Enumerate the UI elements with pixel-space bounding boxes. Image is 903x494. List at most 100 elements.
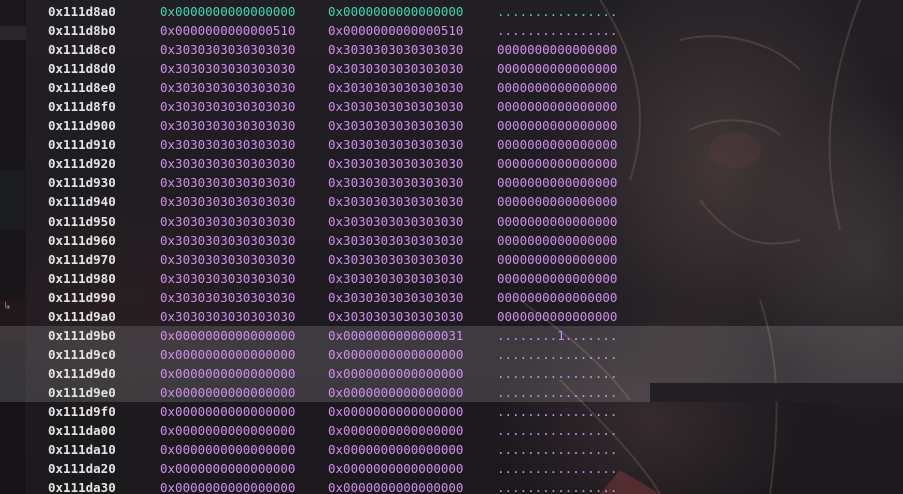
memory-row[interactable]: 0x111d8b0 0x0000000000000510 0x00000000000… (0, 21, 903, 40)
ascii-cell: ................ (497, 403, 618, 419)
qword-1-cell: 0x3030303030303030 (160, 156, 296, 172)
qword-2-cell: 0x3030303030303030 (328, 194, 464, 210)
ascii-cell: 0000000000000000 (497, 289, 618, 305)
qword-2-cell: 0x3030303030303030 (328, 99, 464, 115)
address-cell: 0x111d910 (48, 137, 116, 153)
qword-2-cell: 0x3030303030303030 (328, 61, 464, 77)
ascii-cell: ........1....... (497, 327, 618, 343)
memory-row[interactable]: 0x111d9e0 0x0000000000000000 0x00000000000… (0, 382, 903, 402)
ascii-cell: 0000000000000000 (497, 194, 618, 210)
ascii-cell: 0000000000000000 (497, 42, 618, 58)
qword-1-cell: 0x3030303030303030 (160, 232, 296, 248)
memory-row[interactable]: 0x111d9a0 0x3030303030303030 0x30303030303… (0, 307, 903, 326)
qword-2-cell: 0x3030303030303030 (328, 118, 464, 134)
memory-row[interactable]: 0x111d920 0x3030303030303030 0x30303030303… (0, 154, 903, 173)
address-cell: 0x111da20 (48, 461, 116, 477)
qword-1-cell: 0x3030303030303030 (160, 61, 296, 77)
memory-row[interactable]: 0x111d8f0 0x3030303030303030 0x30303030303… (0, 97, 903, 116)
memory-row[interactable]: 0x111da30 0x0000000000000000 0x00000000000… (0, 478, 903, 494)
memory-row[interactable]: 0x111da20 0x0000000000000000 0x00000000000… (0, 459, 903, 478)
terminal-window[interactable]: ↳ 0x111d8a0 0x0000000000000000 0x000000000… (0, 0, 903, 494)
ascii-cell: 0000000000000000 (497, 270, 618, 286)
address-cell: 0x111da00 (48, 423, 116, 439)
qword-2-cell: 0x0000000000000031 (328, 327, 464, 343)
memory-row[interactable]: 0x111d930 0x3030303030303030 0x30303030303… (0, 173, 903, 192)
memory-row[interactable]: 0x111d980 0x3030303030303030 0x30303030303… (0, 269, 903, 288)
memory-row[interactable]: 0x111d990 0x3030303030303030 0x30303030303… (0, 288, 903, 307)
memory-row[interactable]: 0x111d8e0 0x3030303030303030 0x30303030303… (0, 78, 903, 97)
ascii-cell: ................ (497, 346, 618, 362)
address-cell: 0x111d9f0 (48, 403, 116, 419)
memory-row[interactable]: 0x111da10 0x0000000000000000 0x00000000000… (0, 440, 903, 459)
qword-2-cell: 0x0000000000000000 (328, 403, 464, 419)
qword-2-cell: 0x3030303030303030 (328, 213, 464, 229)
address-cell: 0x111da10 (48, 442, 116, 458)
ascii-cell: ................ (497, 423, 618, 439)
qword-1-cell: 0x3030303030303030 (160, 289, 296, 305)
address-cell: 0x111d980 (48, 270, 116, 286)
qword-2-cell: 0x0000000000000000 (328, 4, 464, 19)
qword-1-cell: 0x0000000000000000 (160, 442, 296, 458)
ascii-cell: 0000000000000000 (497, 232, 618, 248)
address-cell: 0x111d8f0 (48, 99, 116, 115)
qword-1-cell: 0x3030303030303030 (160, 175, 296, 191)
qword-1-cell: 0x3030303030303030 (160, 118, 296, 134)
address-cell: 0x111d9d0 (48, 365, 116, 381)
memory-row[interactable]: 0x111d9f0 0x0000000000000000 0x00000000000… (0, 402, 903, 421)
address-cell: 0x111d8b0 (48, 23, 116, 39)
ascii-cell: 0000000000000000 (497, 99, 618, 115)
qword-1-cell: 0x0000000000000000 (160, 480, 296, 494)
qword-1-cell: 0x0000000000000000 (160, 4, 296, 19)
memory-row[interactable]: 0x111d910 0x3030303030303030 0x30303030303… (0, 135, 903, 154)
address-cell: 0x111d9a0 (48, 308, 116, 324)
memory-row[interactable]: 0x111d960 0x3030303030303030 0x30303030303… (0, 231, 903, 250)
qword-2-cell: 0x0000000000000000 (328, 461, 464, 477)
ascii-cell: 0000000000000000 (497, 80, 618, 96)
address-cell: 0x111da30 (48, 480, 116, 494)
address-cell: 0x111d990 (48, 289, 116, 305)
ascii-cell: ................ (497, 442, 618, 458)
qword-2-cell: 0x3030303030303030 (328, 232, 464, 248)
ascii-cell: 0000000000000000 (497, 118, 618, 134)
ascii-cell: 0000000000000000 (497, 137, 618, 153)
memory-row[interactable]: 0x111d940 0x3030303030303030 0x30303030303… (0, 192, 903, 211)
ascii-cell: 0000000000000000 (497, 213, 618, 229)
address-cell: 0x111d920 (48, 156, 116, 172)
ascii-cell: ................ (497, 461, 618, 477)
memory-row[interactable]: 0x111d9d0 0x0000000000000000 0x00000000000… (0, 363, 903, 383)
qword-1-cell: 0x0000000000000000 (160, 365, 296, 381)
ascii-cell: ................ (497, 365, 618, 381)
qword-2-cell: 0x0000000000000510 (328, 23, 464, 39)
address-cell: 0x111d8c0 (48, 42, 116, 58)
memory-dump-table[interactable]: 0x111d8a0 0x0000000000000000 0x00000000000… (0, 2, 903, 494)
qword-1-cell: 0x0000000000000000 (160, 461, 296, 477)
qword-1-cell: 0x3030303030303030 (160, 42, 296, 58)
memory-row[interactable]: 0x111d8c0 0x3030303030303030 0x30303030303… (0, 40, 903, 59)
qword-2-cell: 0x3030303030303030 (328, 156, 464, 172)
memory-row[interactable]: 0x111d9b0 0x0000000000000000 0x00000000000… (0, 325, 903, 345)
qword-2-cell: 0x0000000000000000 (328, 423, 464, 439)
qword-1-cell: 0x0000000000000000 (160, 403, 296, 419)
qword-1-cell: 0x3030303030303030 (160, 194, 296, 210)
ascii-cell: ................ (497, 480, 618, 494)
qword-1-cell: 0x3030303030303030 (160, 213, 296, 229)
ascii-cell: ................ (497, 4, 618, 19)
memory-row[interactable]: 0x111d950 0x3030303030303030 0x30303030303… (0, 212, 903, 231)
address-cell: 0x111d960 (48, 232, 116, 248)
qword-1-cell: 0x3030303030303030 (160, 251, 296, 267)
qword-2-cell: 0x3030303030303030 (328, 289, 464, 305)
qword-2-cell: 0x3030303030303030 (328, 270, 464, 286)
qword-2-cell: 0x3030303030303030 (328, 175, 464, 191)
memory-row[interactable]: 0x111d8d0 0x3030303030303030 0x30303030303… (0, 59, 903, 78)
memory-row[interactable]: 0x111d900 0x3030303030303030 0x30303030303… (0, 116, 903, 135)
memory-row[interactable]: 0x111da00 0x0000000000000000 0x00000000000… (0, 421, 903, 440)
memory-row[interactable]: 0x111d8a0 0x0000000000000000 0x00000000000… (0, 2, 903, 21)
memory-row[interactable]: 0x111d970 0x3030303030303030 0x30303030303… (0, 250, 903, 269)
qword-2-cell: 0x3030303030303030 (328, 251, 464, 267)
memory-row[interactable]: 0x111d9c0 0x0000000000000000 0x00000000000… (0, 344, 903, 364)
qword-2-cell: 0x0000000000000000 (328, 346, 464, 362)
address-cell: 0x111d8e0 (48, 80, 116, 96)
qword-1-cell: 0x0000000000000510 (160, 23, 296, 39)
qword-2-cell: 0x0000000000000000 (328, 480, 464, 494)
qword-1-cell: 0x3030303030303030 (160, 80, 296, 96)
